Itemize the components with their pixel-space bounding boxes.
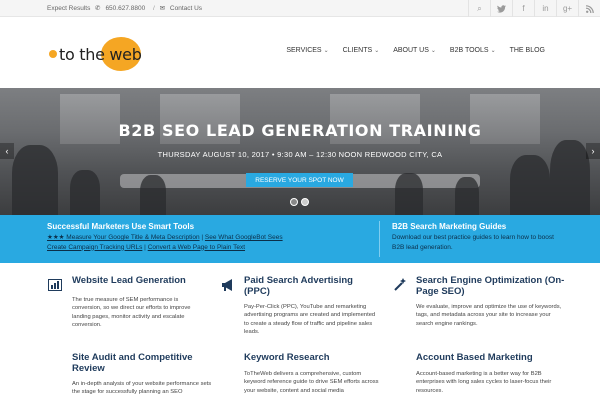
chevron-down-icon: ⌄ — [323, 48, 329, 54]
top-bar: Expect Results ✆ 650.627.8800 / ✉ Contac… — [0, 0, 600, 17]
person-silhouette — [70, 170, 100, 215]
reserve-spot-button[interactable]: RESERVE YOUR SPOT NOW — [246, 173, 353, 187]
googlebot-link[interactable]: See What GoogleBot Sees — [205, 234, 283, 241]
smart-tools-section: Successful Marketers Use Smart Tools ★★★… — [47, 222, 367, 252]
service-website-lead-generation[interactable]: Website Lead Generation The true measure… — [47, 275, 207, 329]
measure-title-link[interactable]: ★★★ Measure Your Google Title & Meta Des… — [47, 234, 200, 241]
main-nav: SERVICES ⌄ CLIENTS ⌄ ABOUT US ⌄ B2B TOOLS ⌄ … — [286, 47, 545, 54]
search-icon[interactable]: ⌕ — [468, 0, 490, 17]
googleplus-icon[interactable]: g+ — [556, 0, 578, 17]
service-site-audit[interactable]: Site Audit and Competitive Review An in-… — [72, 352, 217, 397]
nav-label: SERVICES — [286, 47, 322, 54]
guides-description: Download our best practice guides to lea… — [392, 234, 554, 251]
chevron-down-icon: ⌄ — [430, 48, 436, 54]
service-description: Pay-Per-Click (PPC), YouTube and remarke… — [244, 304, 376, 335]
magic-wand-icon — [392, 277, 408, 293]
rss-icon[interactable] — [578, 0, 600, 17]
tools-links-row-1: ★★★ Measure Your Google Title & Meta Des… — [47, 233, 367, 243]
service-description: Account-based marketing is a better way … — [416, 371, 552, 394]
expect-results-label: Expect Results — [47, 5, 91, 12]
divider — [379, 221, 380, 257]
service-title[interactable]: Search Engine Optimization (On-Page SEO) — [416, 275, 567, 297]
service-paid-search[interactable]: Paid Search Advertising (PPC) Pay-Per-Cl… — [220, 275, 380, 336]
nav-item-services[interactable]: SERVICES ⌄ — [286, 47, 328, 54]
service-keyword-research[interactable]: Keyword Research ToTheWeb delivers a com… — [244, 352, 384, 395]
service-title[interactable]: Website Lead Generation — [72, 275, 207, 286]
hero-slider: ‹ › B2B SEO LEAD GENERATION TRAINING THU… — [0, 88, 600, 215]
phone-icon: ✆ — [95, 5, 101, 12]
logo-dot — [49, 50, 57, 58]
service-seo[interactable]: Search Engine Optimization (On-Page SEO)… — [392, 275, 567, 328]
service-description: The true measure of SEM performance is c… — [72, 297, 191, 328]
nav-label: THE BLOG — [509, 47, 545, 54]
service-title[interactable]: Keyword Research — [244, 352, 384, 363]
chevron-down-icon: ⌄ — [374, 48, 380, 54]
slider-dots — [290, 198, 309, 206]
site-header: to the web SERVICES ⌄ CLIENTS ⌄ ABOUT US ⌄ … — [0, 17, 600, 88]
guides-section: B2B Search Marketing Guides Download our… — [392, 222, 562, 252]
tools-band: Successful Marketers Use Smart Tools ★★★… — [0, 215, 600, 263]
hero-subtitle: THURSDAY AUGUST 10, 2017 • 9:30 AM – 12:… — [157, 150, 443, 159]
chevron-down-icon: ⌄ — [490, 48, 496, 54]
mail-icon: ✉ — [159, 5, 166, 12]
nav-item-about-us[interactable]: ABOUT US ⌄ — [393, 47, 436, 54]
facebook-icon[interactable]: f — [512, 0, 534, 17]
phone-number[interactable]: 650.627.8800 — [105, 5, 145, 12]
service-description: ToTheWeb delivers a comprehensive, custo… — [244, 371, 379, 394]
nav-label: B2B TOOLS — [449, 47, 489, 54]
logo-text: to the web — [59, 45, 142, 64]
slider-dot[interactable] — [290, 198, 298, 206]
service-title[interactable]: Site Audit and Competitive Review — [72, 352, 217, 374]
tracking-urls-link[interactable]: Create Campaign Tracking URLs — [47, 244, 142, 251]
nav-item-b2b-tools[interactable]: B2B TOOLS ⌄ — [450, 47, 496, 54]
service-title[interactable]: Paid Search Advertising (PPC) — [244, 275, 380, 297]
service-description: We evaluate, improve and optimize the us… — [416, 304, 562, 327]
service-title[interactable]: Account Based Marketing — [416, 352, 566, 363]
hero-title: B2B SEO LEAD GENERATION TRAINING — [118, 121, 482, 140]
megaphone-icon — [220, 277, 236, 293]
bar-chart-icon — [47, 277, 63, 293]
person-silhouette — [140, 175, 166, 215]
service-account-based-marketing[interactable]: Account Based Marketing Account-based ma… — [416, 352, 566, 395]
nav-label: ABOUT US — [393, 47, 429, 54]
tools-links-row-2: Create Campaign Tracking URLs | Convert … — [47, 243, 367, 253]
plain-text-link[interactable]: Convert a Web Page to Plain Text — [148, 244, 245, 251]
person-silhouette — [510, 155, 550, 215]
twitter-icon[interactable] — [490, 0, 512, 17]
linkedin-icon[interactable]: in — [534, 0, 556, 17]
smart-tools-title: Successful Marketers Use Smart Tools — [47, 222, 195, 231]
nav-label: CLIENTS — [342, 47, 373, 54]
nav-item-the-blog[interactable]: THE BLOG — [510, 47, 545, 54]
slider-dot[interactable] — [301, 198, 309, 206]
service-description: An in-depth analysis of your website per… — [72, 381, 212, 396]
guides-title[interactable]: B2B Search Marketing Guides — [392, 222, 562, 231]
person-silhouette — [395, 173, 423, 215]
logo[interactable]: to the web — [49, 37, 144, 71]
social-icons: ⌕ f in g+ — [468, 0, 600, 17]
person-silhouette — [455, 177, 479, 215]
nav-item-clients[interactable]: CLIENTS ⌄ — [343, 47, 380, 54]
contact-us-link[interactable]: Contact Us — [170, 5, 202, 12]
top-bar-contact: Expect Results ✆ 650.627.8800 / ✉ Contac… — [47, 4, 205, 12]
separator: / — [153, 5, 155, 12]
